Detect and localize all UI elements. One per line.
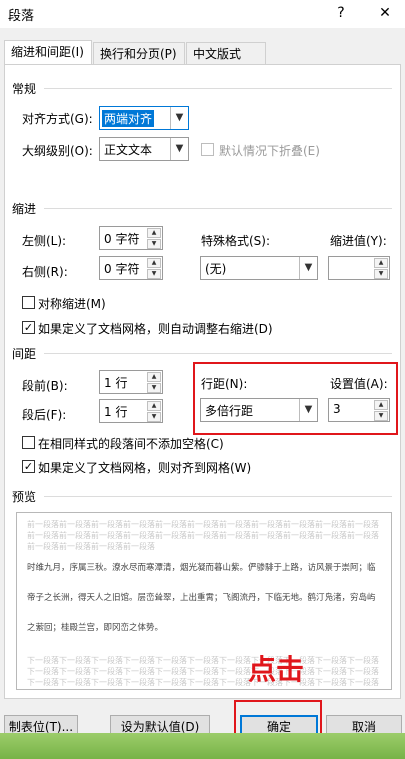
preview-sample-line: 时维九月，序属三秋。潦水尽而寒潭清，烟光凝而暮山紫。俨骖騑于上路，访风景于崇阿；… xyxy=(27,563,376,573)
divider xyxy=(44,496,392,497)
auto-adjust-right-label: 如果定义了文档网格，则自动调整右缩进(D) xyxy=(38,322,273,336)
section-indent-title: 缩进 xyxy=(12,202,37,216)
preview-prev-line: 前一段落前一段落前一段落前一段落前一段落前一段落前一段落前一段落前一段落前一段落… xyxy=(27,520,379,529)
special-label: 特殊格式(S): xyxy=(201,234,271,248)
close-button[interactable]: ✕ xyxy=(372,2,398,24)
space-after-spinner[interactable]: 1 行 ▲ ▼ xyxy=(99,399,163,423)
no-space-same-style-label: 在相同样式的段落间不添加空格(C) xyxy=(38,437,224,451)
spin-up-icon[interactable]: ▲ xyxy=(147,258,161,268)
divider xyxy=(44,353,392,354)
tab-line-page-breaks[interactable]: 换行和分页(P) xyxy=(93,42,185,66)
preview-prev-line: 前一段落前一段落前一段落前一段落前一段落前一段落前一段落前一段落前一段落前一段落… xyxy=(27,531,379,540)
preview-sample-line: 之萦回；桂殿兰宫，即冈峦之体势。 xyxy=(27,623,164,633)
right-indent-value: 0 字符 xyxy=(104,262,140,276)
outline-level-value: 正文文本 xyxy=(104,143,153,157)
highlight-box-line-spacing xyxy=(193,362,398,435)
snap-to-grid-label: 如果定义了文档网格，则对齐到网格(W) xyxy=(38,461,252,475)
special-select[interactable]: (无) ▼ xyxy=(200,256,318,280)
indent-by-label: 缩进值(Y): xyxy=(330,234,387,248)
mirror-indent-checkbox[interactable] xyxy=(22,296,35,309)
left-indent-spinner[interactable]: 0 字符 ▲ ▼ xyxy=(99,226,163,250)
left-indent-value: 0 字符 xyxy=(104,232,140,246)
indent-by-spinner[interactable]: ▲ ▼ xyxy=(328,256,390,280)
checkmark-icon: ✓ xyxy=(23,321,34,334)
help-button[interactable]: ? xyxy=(328,2,354,24)
chevron-down-icon: ▼ xyxy=(170,107,188,129)
chevron-down-icon: ▼ xyxy=(299,257,317,279)
special-value: (无) xyxy=(205,262,227,276)
left-indent-label: 左侧(L): xyxy=(22,234,67,248)
spin-up-icon[interactable]: ▲ xyxy=(147,401,161,411)
space-before-label: 段前(B): xyxy=(22,379,68,393)
alignment-value: 两端对齐 xyxy=(102,110,155,127)
tab-asian-typography[interactable]: 中文版式(H) xyxy=(186,42,266,83)
preview-next-line: 下一段落下一段落下一段落下一段落下一段落下一段落下一段落下一段落下一段落下一段落… xyxy=(27,678,379,687)
preview-sample-line: 帝子之长洲，得天人之旧馆。层峦耸翠，上出重霄；飞阁流丹，下临无地。鹤汀凫渚，穷岛… xyxy=(27,593,376,603)
space-before-spinner[interactable]: 1 行 ▲ ▼ xyxy=(99,370,163,394)
right-indent-label: 右侧(R): xyxy=(22,265,68,279)
space-after-value: 1 行 xyxy=(104,405,128,419)
divider xyxy=(44,88,392,89)
mirror-indent-label: 对称缩进(M) xyxy=(38,297,106,311)
auto-adjust-right-checkbox[interactable]: ✓ xyxy=(22,321,35,334)
spin-up-icon[interactable]: ▲ xyxy=(147,228,161,238)
tab-indent-spacing[interactable]: 缩进和间距(I) xyxy=(4,40,92,66)
outline-level-select[interactable]: 正文文本 ▼ xyxy=(99,137,189,161)
preview-prev-line: 前一段落前一段落前一段落前一段落 xyxy=(27,542,155,551)
spin-down-icon[interactable]: ▼ xyxy=(147,383,161,393)
preview-box: 前一段落前一段落前一段落前一段落前一段落前一段落前一段落前一段落前一段落前一段落… xyxy=(16,512,392,690)
space-before-value: 1 行 xyxy=(104,376,128,390)
spin-down-icon[interactable]: ▼ xyxy=(147,412,161,422)
space-after-label: 段后(F): xyxy=(22,408,67,422)
dialog-title: 段落 xyxy=(8,9,35,24)
section-spacing-title: 间距 xyxy=(12,347,37,361)
section-general-title: 常规 xyxy=(12,82,37,96)
spin-down-icon[interactable]: ▼ xyxy=(147,269,161,279)
no-space-same-style-checkbox[interactable] xyxy=(22,436,35,449)
outline-level-label: 大纲级别(O): xyxy=(22,144,93,158)
spin-up-icon[interactable]: ▲ xyxy=(147,372,161,382)
divider xyxy=(44,208,392,209)
preview-next-line: 下一段落下一段落下一段落下一段落下一段落下一段落下一段落下一段落下一段落下一段落… xyxy=(27,667,379,676)
collapse-checkbox[interactable] xyxy=(201,143,214,156)
alignment-label: 对齐方式(G): xyxy=(22,112,93,126)
alignment-select[interactable]: 两端对齐 ▼ xyxy=(99,106,189,130)
right-indent-spinner[interactable]: 0 字符 ▲ ▼ xyxy=(99,256,163,280)
section-preview-title: 预览 xyxy=(12,490,37,504)
preview-next-line: 下一段落下一段落下一段落下一段落下一段落下一段落下一段落下一段落下一段落下一段落… xyxy=(27,656,379,665)
spin-down-icon[interactable]: ▼ xyxy=(374,269,388,279)
chevron-down-icon: ▼ xyxy=(170,138,188,160)
checkmark-icon: ✓ xyxy=(23,460,34,473)
background-strip xyxy=(0,733,405,759)
spin-up-icon[interactable]: ▲ xyxy=(374,258,388,268)
collapse-label: 默认情况下折叠(E) xyxy=(219,144,320,158)
click-annotation: 点击 xyxy=(248,653,305,686)
spin-down-icon[interactable]: ▼ xyxy=(147,239,161,249)
snap-to-grid-checkbox[interactable]: ✓ xyxy=(22,460,35,473)
